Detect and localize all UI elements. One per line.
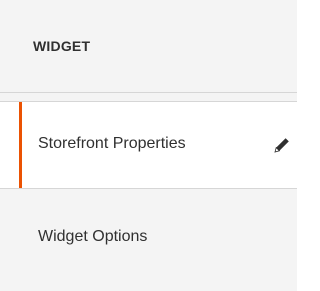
tab-widget-options[interactable]: Widget Options (0, 190, 297, 284)
pencil-icon (274, 138, 289, 153)
tab-label: Widget Options (38, 228, 148, 245)
section-title: WIDGET (33, 38, 91, 54)
widget-tabs-panel: WIDGET Storefront Properties Widget Opti… (0, 0, 297, 291)
tab-label: Storefront Properties (38, 135, 186, 152)
active-tab-indicator (19, 102, 22, 188)
section-header: WIDGET (0, 0, 297, 93)
tab-storefront-properties[interactable]: Storefront Properties (0, 101, 297, 189)
